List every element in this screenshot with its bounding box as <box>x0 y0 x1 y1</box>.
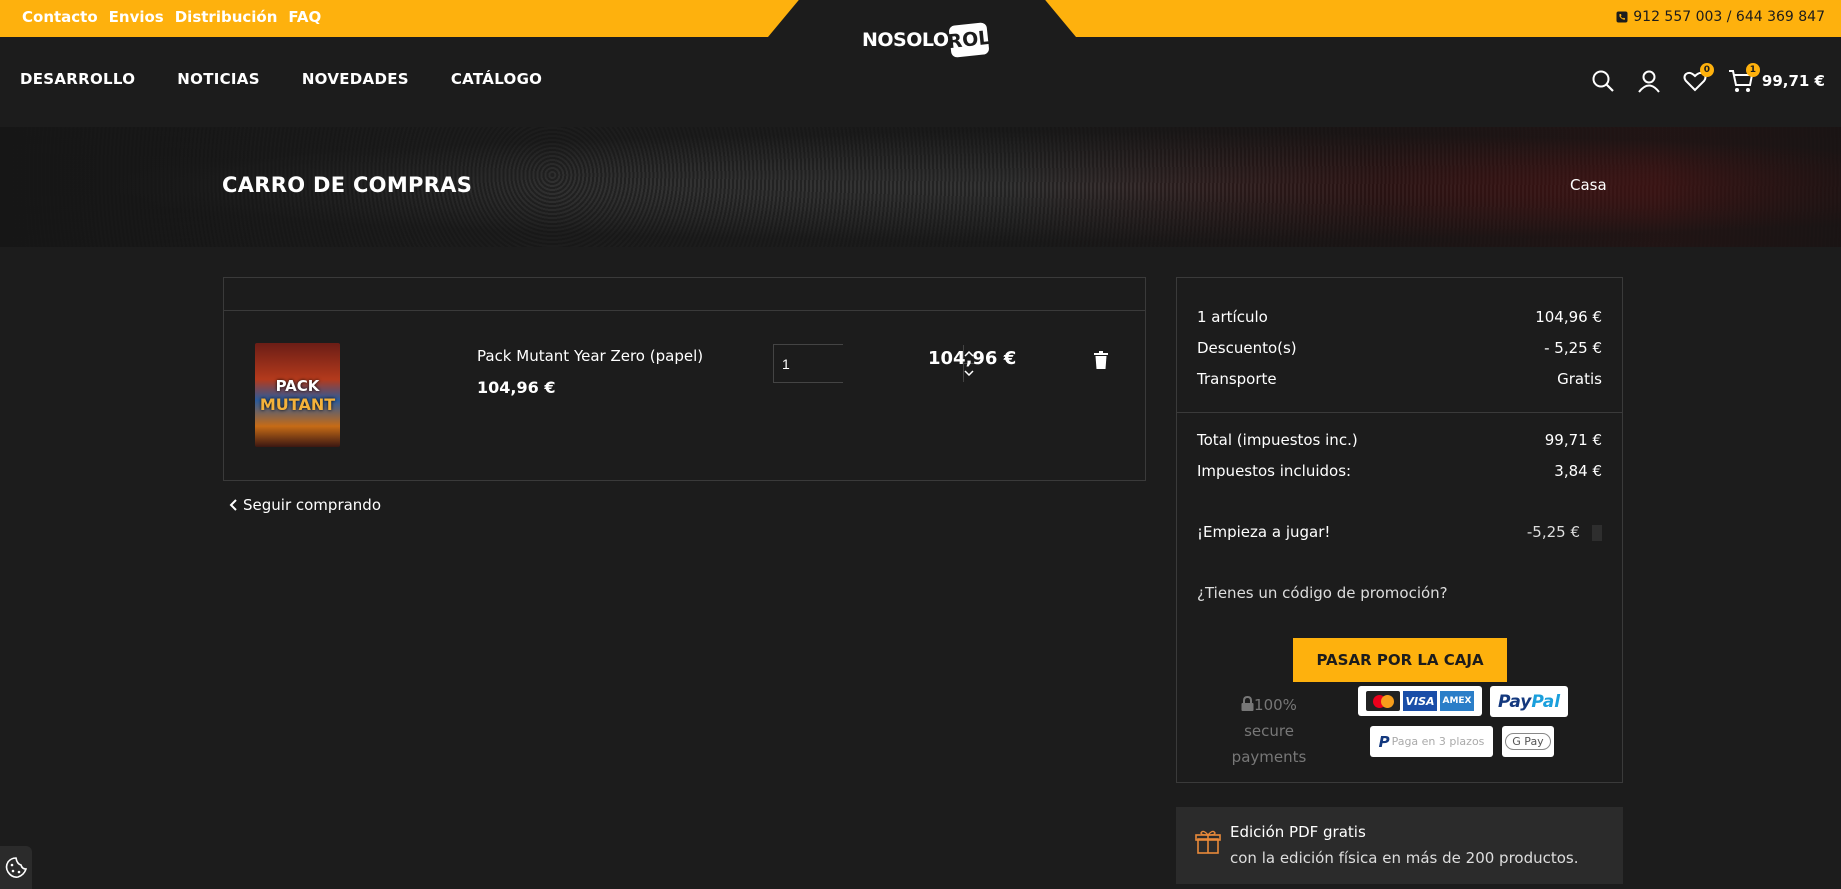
continue-shopping-link[interactable]: Seguir comprando <box>229 496 381 514</box>
logo-text: NOSOLO <box>862 29 949 51</box>
header-icons: 0 1 99,71 € <box>1590 63 1825 94</box>
promo-name: ¡Empieza a jugar! <box>1197 523 1331 541</box>
paypal-text-b: Pal <box>1531 691 1561 712</box>
gpay-text: G Pay <box>1505 733 1551 750</box>
chevron-left-icon <box>229 499 237 511</box>
phone-numbers: 912 557 003 / 644 369 847 <box>1633 9 1825 25</box>
items-label: 1 artículo <box>1197 308 1268 326</box>
promo-amount-group: -5,25 € <box>1527 523 1602 541</box>
logo-die: ROL <box>947 22 992 58</box>
discount-value: - 5,25 € <box>1544 339 1602 357</box>
mastercard-logo <box>1366 691 1400 711</box>
paypal-installments-logo: P Paga en 3 plazos <box>1370 726 1493 757</box>
lock-icon <box>1241 695 1254 711</box>
paypal-text-a: Pay <box>1497 691 1532 712</box>
total-value: 99,71 € <box>1544 431 1602 449</box>
cookie-settings-button[interactable] <box>0 846 32 889</box>
site-logo[interactable]: NOSOLO ROL <box>862 22 992 58</box>
phone-info: 912 557 003 / 644 369 847 <box>1616 9 1825 25</box>
gift-icon <box>1195 830 1221 854</box>
breadcrumb-home[interactable]: Casa <box>1570 176 1607 194</box>
promo-value: -5,25 € <box>1526 523 1580 541</box>
thumb-text-pack: PACK <box>275 376 320 395</box>
wishlist-count-badge: 0 <box>1699 63 1714 77</box>
secure-payments-note: 100% secure payments <box>1219 692 1319 770</box>
product-thumbnail[interactable]: PACK MUTANT <box>255 343 340 447</box>
cart-button[interactable]: 1 <box>1728 63 1760 94</box>
user-icon <box>1638 70 1660 93</box>
main-nav: DESARROLLO NOTICIAS NOVEDADES CATÁLOGO <box>20 70 542 88</box>
cart-count-badge: 1 <box>1745 63 1760 77</box>
search-icon <box>1592 70 1614 92</box>
tax-label: Impuestos incluidos: <box>1197 462 1352 480</box>
quantity-stepper <box>773 344 974 383</box>
nav-noticias[interactable]: NOTICIAS <box>177 70 260 88</box>
search-button[interactable] <box>1590 68 1616 94</box>
perk-subtitle: con la edición física en más de 200 prod… <box>1230 849 1579 867</box>
paypal-logo: Pay Pal <box>1490 686 1568 717</box>
header-cart-total[interactable]: 99,71 € <box>1762 72 1825 90</box>
perk-title: Edición PDF gratis <box>1230 823 1366 841</box>
summary-tax-row: Impuestos incluidos: 3,84 € <box>1197 462 1602 480</box>
phone-icon <box>1616 11 1628 23</box>
total-label: Total (impuestos inc.) <box>1197 431 1358 449</box>
applied-promo-row: ¡Empieza a jugar! -5,25 € <box>1197 523 1602 541</box>
product-unit-price: 104,96 € <box>477 378 556 397</box>
gpay-logo: G Pay <box>1502 726 1554 757</box>
amex-logo: AMEX <box>1440 691 1474 711</box>
chevron-down-icon <box>964 370 974 376</box>
page-title: CARRO DE COMPRAS <box>222 173 473 197</box>
visa-logo: VISA <box>1403 691 1437 711</box>
discount-label: Descuento(s) <box>1197 339 1297 357</box>
order-summary: 1 artículo 104,96 € Descuento(s) - 5,25 … <box>1176 277 1623 783</box>
top-links: Contacto Envios Distribución FAQ <box>22 8 321 26</box>
nav-desarrollo[interactable]: DESARROLLO <box>20 70 135 88</box>
promo-code-link[interactable]: ¿Tienes un código de promoción? <box>1197 584 1448 602</box>
summary-total-row: Total (impuestos inc.) 99,71 € <box>1197 431 1602 449</box>
product-name-link[interactable]: Pack Mutant Year Zero (papel) <box>477 347 703 365</box>
trash-icon <box>1094 351 1108 369</box>
items-value: 104,96 € <box>1535 308 1602 326</box>
cart-items-panel: PACK MUTANT Pack Mutant Year Zero (papel… <box>223 277 1146 481</box>
distribution-link[interactable]: Distribución <box>175 8 278 26</box>
nav-novedades[interactable]: NOVEDADES <box>302 70 409 88</box>
continue-shopping-label: Seguir comprando <box>243 496 382 514</box>
faq-link[interactable]: FAQ <box>288 8 321 26</box>
page-hero: CARRO DE COMPRAS Casa <box>0 127 1841 247</box>
remove-item-button[interactable] <box>1094 351 1108 373</box>
remove-promo-button[interactable] <box>1592 524 1602 541</box>
nav-catalogo[interactable]: CATÁLOGO <box>451 70 542 88</box>
cookie-icon <box>5 856 27 878</box>
thumb-text-mutant: MUTANT <box>259 394 336 414</box>
account-button[interactable] <box>1636 68 1662 94</box>
wishlist-button[interactable]: 0 <box>1682 63 1714 94</box>
paypal-p-icon: P <box>1378 732 1390 751</box>
summary-divider <box>1177 412 1622 413</box>
summary-items-row: 1 artículo 104,96 € <box>1197 308 1602 326</box>
card-logos: VISA AMEX <box>1358 686 1482 716</box>
contact-link[interactable]: Contacto <box>22 8 98 26</box>
cart-panel-header <box>224 278 1145 311</box>
checkout-button[interactable]: PASAR POR LA CAJA <box>1293 638 1507 682</box>
line-total: 104,96 € <box>928 348 1017 369</box>
shipping-label: Transporte <box>1197 370 1277 388</box>
summary-shipping-row: Transporte Gratis <box>1197 370 1602 388</box>
tax-value: 3,84 € <box>1554 462 1602 480</box>
installments-text: Paga en 3 plazos <box>1391 735 1485 748</box>
pdf-perk-banner: Edición PDF gratis con la edición física… <box>1176 807 1623 884</box>
summary-discount-row: Descuento(s) - 5,25 € <box>1197 339 1602 357</box>
shipping-link[interactable]: Envios <box>109 8 164 26</box>
shipping-value: Gratis <box>1557 370 1602 388</box>
